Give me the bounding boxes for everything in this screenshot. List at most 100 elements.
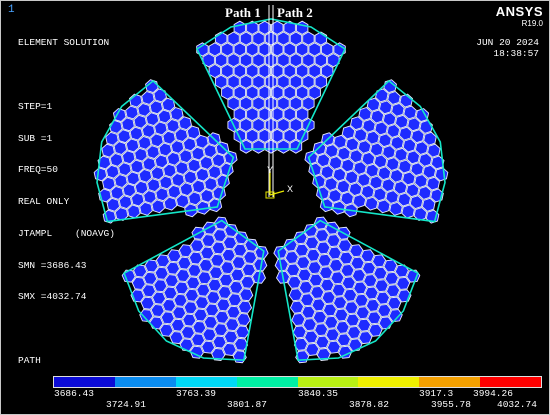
solution-info-block: ELEMENT SOLUTION STEP=1 SUB =1 FREQ=50 R… xyxy=(18,17,115,388)
y-axis-label: Y xyxy=(267,165,273,175)
mesh-hexagon xyxy=(239,96,253,111)
legend-bottom-label: 3878.82 xyxy=(349,399,389,410)
ansys-logo: ANSYS R19.0 xyxy=(496,4,543,28)
graphics-window[interactable]: 1 YX ELEMENT SOLUTION STEP=1 SUB =1 FREQ… xyxy=(0,0,550,415)
mesh-hexagon xyxy=(308,42,321,57)
mesh-hexagon xyxy=(233,42,247,57)
mesh-hexagon xyxy=(289,31,303,46)
mesh-hexagon xyxy=(283,128,296,143)
mesh-hexagon xyxy=(233,85,247,100)
mesh-hexagon xyxy=(252,139,265,154)
mesh-hexagon xyxy=(264,53,278,68)
info-line: FREQ=50 xyxy=(18,164,58,176)
mesh-hexagon xyxy=(221,85,234,100)
mesh-hexagon xyxy=(239,31,253,46)
mesh-hexagon xyxy=(264,96,278,111)
legend-top-label: 3763.39 xyxy=(176,388,216,399)
timestamp: JUN 20 2024 18:38:57 xyxy=(476,37,539,59)
mesh-hexagon xyxy=(227,74,240,89)
mesh-hexagon xyxy=(252,74,265,89)
legend-top-label: 3840.35 xyxy=(298,388,338,399)
mesh-hexagon xyxy=(264,117,278,133)
info-line: JTAMPL (NOAVG) xyxy=(18,227,115,239)
mesh-hexagon xyxy=(308,63,321,79)
legend-band xyxy=(236,377,298,387)
mesh-hexagon xyxy=(246,107,259,122)
mesh-hexagon xyxy=(239,74,253,89)
info-line: ELEMENT SOLUTION xyxy=(18,37,110,49)
info-line: STEP=1 xyxy=(18,100,53,112)
mesh-hexagon xyxy=(252,31,265,46)
mesh-hexagon xyxy=(277,117,290,133)
legend-band xyxy=(297,377,359,387)
mesh-hexagon xyxy=(277,53,290,68)
mesh-hexagon xyxy=(214,74,228,89)
mesh-hexagon xyxy=(227,53,240,68)
mesh-hexagon xyxy=(227,31,240,46)
mesh-hexagon xyxy=(295,63,309,79)
mesh-hexagon xyxy=(246,63,259,79)
mesh-hexagon xyxy=(277,96,290,111)
brand-name: ANSYS xyxy=(495,4,543,19)
mesh-hexagon xyxy=(264,31,278,46)
mesh-hexagon xyxy=(221,63,234,79)
mesh-hexagon xyxy=(295,42,309,57)
mesh-hexagon xyxy=(289,117,303,133)
mesh-hexagon xyxy=(252,96,265,111)
mesh-hexagon xyxy=(233,107,247,122)
mesh-hexagon xyxy=(283,107,296,122)
mirror-petal xyxy=(195,18,347,154)
mesh-hexagon xyxy=(295,20,309,35)
mesh-hexagon xyxy=(246,85,259,100)
mesh-hexagon xyxy=(208,63,222,79)
mesh-hexagon xyxy=(302,53,315,68)
x-axis-label: X xyxy=(287,184,293,194)
version-label: R19.0 xyxy=(521,19,543,28)
mesh-hexagon xyxy=(221,42,234,57)
mesh-hexagon xyxy=(289,96,303,111)
mesh-hexagon xyxy=(239,53,253,68)
mesh-hexagon xyxy=(302,31,315,46)
mesh-hexagon xyxy=(289,74,303,89)
date-label: JUN 20 2024 xyxy=(476,37,539,48)
info-line: SMX =4032.74 xyxy=(18,291,87,303)
mesh-hexagon xyxy=(283,85,296,100)
legend-band xyxy=(175,377,237,387)
mesh-hexagon xyxy=(302,96,315,111)
mesh-hexagon xyxy=(239,117,253,133)
mesh-hexagon xyxy=(277,74,290,89)
time-label: 18:38:57 xyxy=(493,48,539,59)
mesh-hexagon xyxy=(277,139,290,154)
mesh-hexagon xyxy=(208,42,222,57)
mesh-hexagon xyxy=(283,42,296,57)
info-line: REAL ONLY xyxy=(18,196,70,208)
mesh-hexagon xyxy=(302,74,315,89)
legend-band xyxy=(480,377,541,387)
legend-bottom-label: 4032.74 xyxy=(497,399,537,410)
path-1-label: Path 1 xyxy=(225,5,261,20)
mesh-hexagon xyxy=(233,63,247,79)
contour-legend-bar xyxy=(53,376,542,388)
mesh-hexagon xyxy=(320,42,334,57)
legend-band xyxy=(54,377,115,387)
mesh-hexagon xyxy=(314,53,328,68)
mesh-hexagon xyxy=(314,74,328,89)
info-line xyxy=(18,324,115,335)
mesh-hexagon xyxy=(277,31,290,46)
mesh-hexagon xyxy=(264,139,278,154)
info-line: PATH xyxy=(18,355,41,366)
info-line xyxy=(18,70,115,81)
path-2-label: Path 2 xyxy=(277,5,313,20)
mesh-hexagon xyxy=(320,63,334,79)
mesh-hexagon xyxy=(252,53,265,68)
legend-band xyxy=(419,377,481,387)
mesh-hexagon xyxy=(289,53,303,68)
mesh-hexagon xyxy=(246,42,259,57)
mesh-hexagon xyxy=(295,107,309,122)
info-line: SUB =1 xyxy=(18,132,53,144)
info-line: SMN =3686.43 xyxy=(18,259,87,271)
mesh-hexagon xyxy=(264,74,278,89)
mesh-hexagon xyxy=(283,63,296,79)
mesh-hexagon xyxy=(233,20,247,35)
legend-bottom-label: 3724.91 xyxy=(106,399,146,410)
